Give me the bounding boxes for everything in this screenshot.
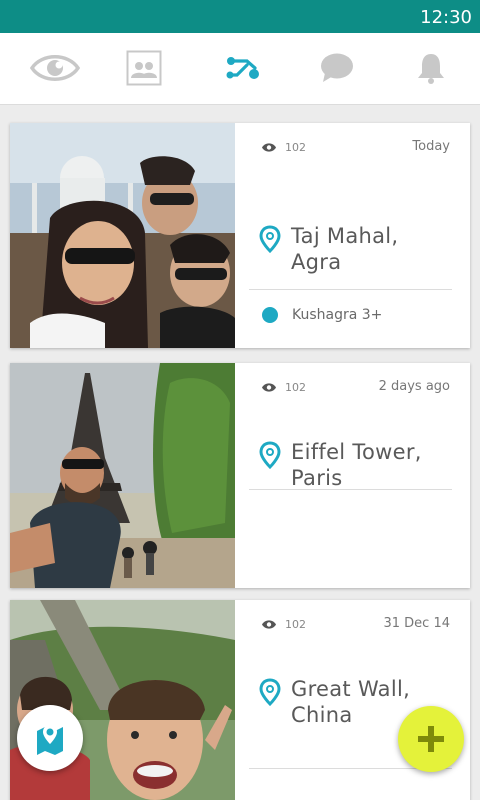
top-navigation [0,33,480,105]
card-date: 31 Dec 14 [383,616,450,631]
card-info: 102 2 days ago Eiffel Tower, Paris [235,363,470,588]
nav-contacts-button[interactable] [114,45,174,91]
nav-notifications-button[interactable] [401,45,461,91]
feed-card[interactable]: 102 31 Dec 14 Great Wall, China [10,600,470,800]
place-name-line2: Agra [291,250,342,274]
place: Eiffel Tower, Paris [259,439,422,491]
location-pin-icon [259,678,281,706]
place-name-line2: Paris [291,466,343,490]
people-card-icon [126,50,162,86]
place: Taj Mahal, Agra [259,223,398,275]
location-pin-icon [259,225,281,253]
place-name-line1: Great Wall, [291,677,411,701]
eye-icon [262,143,276,152]
card-photo[interactable] [10,363,235,588]
selfie-photo-image [10,123,235,348]
bell-icon [418,54,444,84]
feed-list[interactable]: 102 Today Taj Mahal, Agra Kushagra 3+ 10… [0,105,480,800]
feed-card[interactable]: 102 2 days ago Eiffel Tower, Paris [10,363,470,588]
plus-icon [418,726,444,752]
card-date: Today [412,139,450,154]
status-bar: 12:30 [0,0,480,33]
nav-messages-button[interactable] [307,45,367,91]
map-view-button[interactable] [17,705,83,771]
eye-icon [30,55,80,81]
add-post-button[interactable] [398,706,464,772]
card-photo[interactable] [10,123,235,348]
share-route-icon [226,57,259,79]
tagged-people[interactable]: Kushagra 3+ [262,307,382,323]
view-count-value: 102 [285,381,306,394]
view-count-value: 102 [285,141,306,154]
view-count: 102 [261,381,306,394]
place-name-line1: Taj Mahal, [291,224,399,248]
feed-card[interactable]: 102 Today Taj Mahal, Agra Kushagra 3+ [10,123,470,348]
eye-icon [262,620,276,629]
view-count: 102 [261,141,306,154]
people-label: Kushagra 3+ [292,307,383,323]
view-count-value: 102 [285,618,306,631]
place-name-line2: China [291,703,353,727]
eye-icon [262,383,276,392]
chat-bubble-icon [321,53,353,82]
card-info: 102 Today Taj Mahal, Agra Kushagra 3+ [235,123,470,348]
nav-eye-button[interactable] [25,45,85,91]
card-divider [249,489,452,490]
place: Great Wall, China [259,676,410,728]
selfie-photo-image [10,363,235,588]
view-count: 102 [261,618,306,631]
nav-share-button[interactable] [213,45,273,91]
location-pin-icon [259,441,281,469]
map-pin-icon [37,725,63,755]
status-time: 12:30 [420,7,472,28]
people-dot-icon [262,307,278,323]
card-divider [249,289,452,290]
place-name-line1: Eiffel Tower, [291,440,422,464]
card-date: 2 days ago [378,379,450,394]
